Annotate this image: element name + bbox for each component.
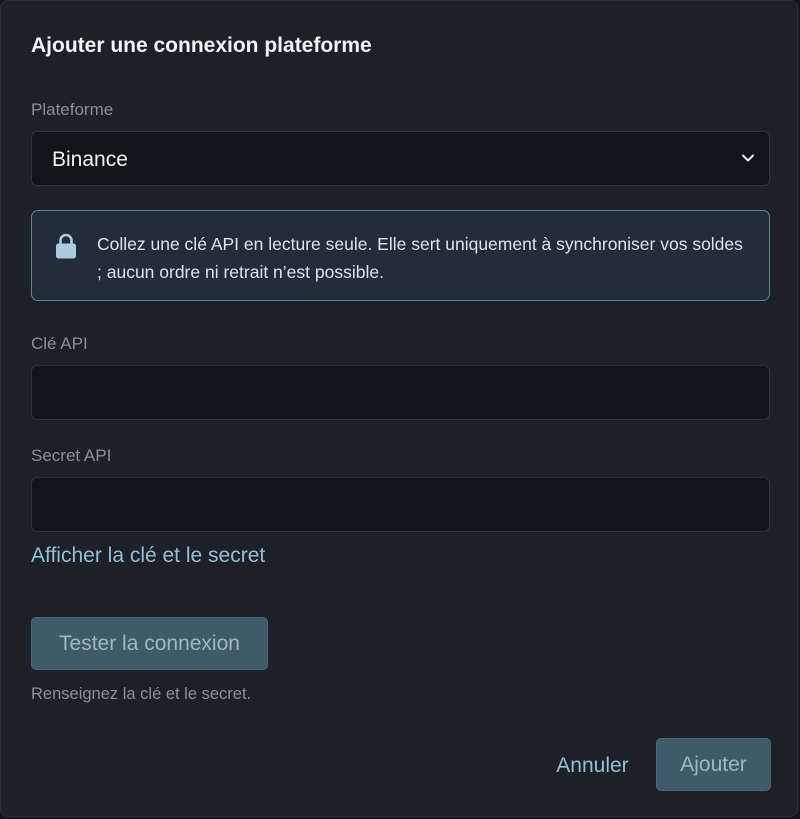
add-button[interactable]: Ajouter	[656, 738, 771, 791]
lock-icon	[56, 233, 76, 259]
api-secret-input[interactable]	[31, 477, 770, 532]
cancel-button[interactable]: Annuler	[542, 739, 643, 792]
chevron-down-icon	[742, 154, 754, 162]
api-key-label: Clé API	[31, 334, 88, 353]
api-secret-label: Secret API	[31, 446, 112, 465]
validation-hint: Renseignez la clé et le secret.	[31, 685, 252, 703]
add-platform-connection-dialog: Ajouter une connexion plateforme Platefo…	[0, 0, 798, 817]
platform-select[interactable]: Binance	[31, 131, 770, 186]
platform-selected-value: Binance	[52, 148, 128, 171]
api-key-input[interactable]	[31, 365, 770, 420]
dialog-title: Ajouter une connexion plateforme	[31, 34, 372, 57]
read-only-key-notice: Collez une clé API en lecture seule. Ell…	[31, 210, 770, 301]
platform-label: Plateforme	[31, 100, 114, 119]
test-connection-button[interactable]: Tester la connexion	[31, 617, 268, 670]
notice-text: Collez une clé API en lecture seule. Ell…	[97, 234, 743, 282]
show-key-and-secret-link[interactable]: Afficher la clé et le secret	[31, 544, 265, 568]
